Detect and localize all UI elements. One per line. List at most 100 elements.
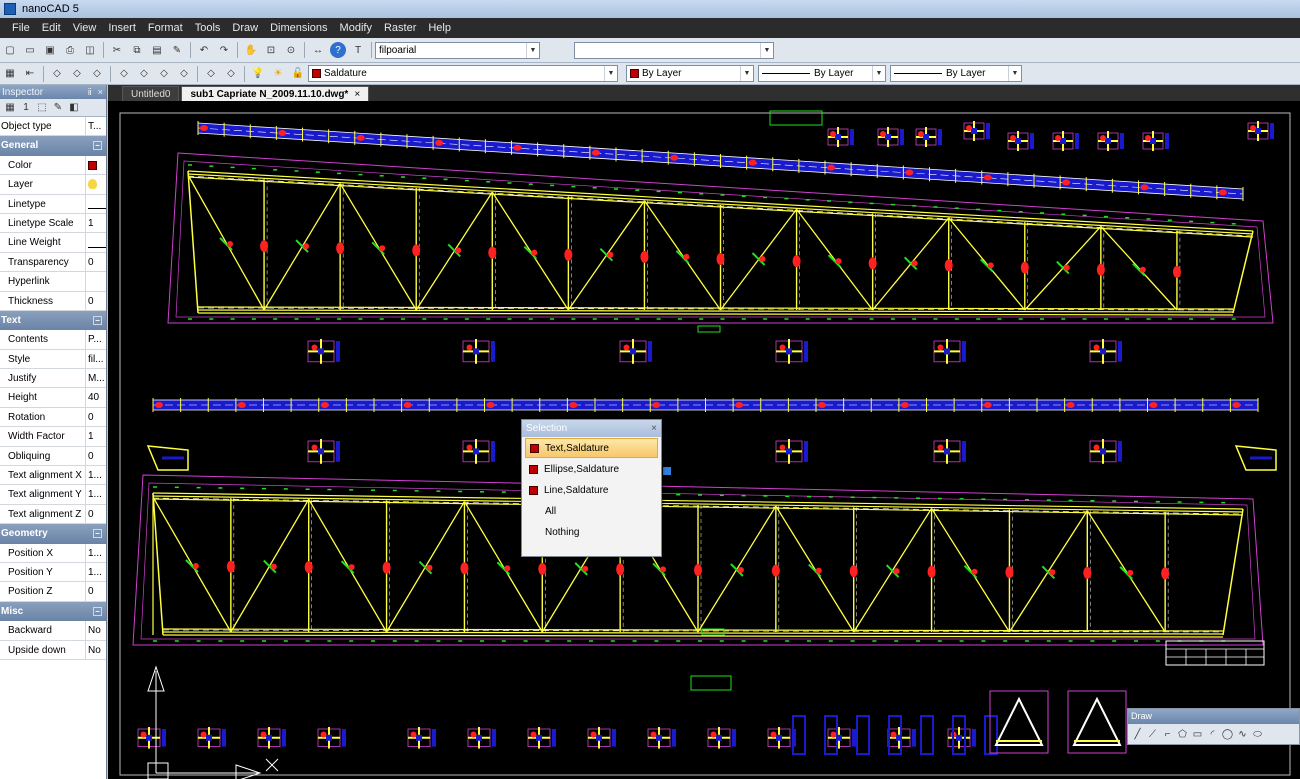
property-value[interactable]: No [88, 645, 101, 656]
arc-icon[interactable]: ◜ [1206, 728, 1219, 741]
secondary-combo[interactable]: ▼ [574, 41, 774, 59]
property-object-type[interactable]: Object type T... [0, 117, 106, 137]
redo-icon[interactable]: ↷ [216, 42, 232, 58]
layer-manager-icon[interactable]: ▦ [2, 66, 18, 82]
ellipse-icon[interactable]: ⬭ [1251, 728, 1264, 741]
property-text-alignment-x[interactable]: Text alignment X 1... [0, 466, 106, 486]
property-value-cell[interactable]: 1... [86, 563, 106, 581]
property-value-cell[interactable]: 0 [86, 292, 106, 310]
property-value-cell[interactable]: T... [86, 117, 106, 135]
array-icon[interactable]: ◇ [156, 66, 172, 82]
pan-icon[interactable]: ✋ [243, 42, 259, 58]
property-upside-down[interactable]: Upside down No [0, 640, 106, 660]
property-value-cell[interactable]: No [86, 641, 106, 659]
match-layer-icon[interactable]: ◇ [49, 66, 65, 82]
property-value[interactable]: 0 [88, 451, 94, 462]
circle-icon[interactable]: ◯ [1221, 728, 1234, 741]
property-line-weight[interactable]: Line Weight [0, 233, 106, 253]
property-value[interactable]: No [88, 625, 101, 636]
category-geometry[interactable]: Geometry − [0, 524, 106, 544]
menu-item-raster[interactable]: Raster [378, 18, 422, 38]
property-value-cell[interactable]: P... [86, 330, 106, 348]
text-style-icon[interactable]: T [350, 42, 366, 58]
property-position-z[interactable]: Position Z0 [0, 582, 106, 602]
property-rotation[interactable]: Rotation 0 [0, 407, 106, 428]
property-value[interactable]: 0 [88, 586, 94, 597]
close-icon[interactable]: × [354, 89, 360, 100]
object-filter-icon[interactable]: ▦ [3, 101, 17, 115]
selection-item-all[interactable]: All [525, 501, 658, 521]
close-icon[interactable]: × [651, 420, 661, 437]
property-value[interactable]: P... [88, 334, 102, 345]
regen-icon[interactable]: ◇ [223, 66, 239, 82]
linetype-combo[interactable]: By Layer ▼ [758, 65, 886, 82]
property-value-cell[interactable]: 0 [86, 408, 106, 426]
rectangle-icon[interactable]: ▭ [1191, 728, 1204, 741]
rotate-icon[interactable]: ◇ [116, 66, 132, 82]
property-value-cell[interactable] [86, 156, 106, 174]
undo-icon[interactable]: ↶ [196, 42, 212, 58]
lineweight-combo[interactable]: By Layer ▼ [890, 65, 1022, 82]
mirror-icon[interactable]: ◇ [176, 66, 192, 82]
chevron-down-icon[interactable]: ▼ [740, 66, 753, 81]
zoom-prev-icon[interactable]: ⊙ [283, 42, 299, 58]
zoom-window-icon[interactable]: ⊡ [263, 42, 279, 58]
property-value-cell[interactable]: 1 [86, 427, 106, 445]
property-value-cell[interactable]: 0 [86, 447, 106, 465]
quick-select-icon[interactable]: ⬚ [35, 101, 49, 115]
property-contents[interactable]: Contents P... [0, 330, 106, 350]
menu-item-view[interactable]: View [67, 18, 103, 38]
menu-item-help[interactable]: Help [422, 18, 457, 38]
copy-icon[interactable]: ⧉ [129, 42, 145, 58]
collapse-icon[interactable]: − [93, 606, 102, 616]
spline-icon[interactable]: ∿ [1236, 728, 1249, 741]
property-position-x[interactable]: Position X 1... [0, 543, 106, 563]
preview-icon[interactable]: ◫ [82, 42, 98, 58]
property-value[interactable]: 0 [88, 257, 94, 268]
open-icon[interactable]: ▭ [22, 42, 38, 58]
polygon-icon[interactable]: ⬠ [1176, 728, 1189, 741]
scale-icon[interactable]: ◇ [136, 66, 152, 82]
menu-item-modify[interactable]: Modify [334, 18, 378, 38]
property-value-cell[interactable] [86, 175, 106, 193]
pin-icon[interactable]: ⅱ [88, 87, 92, 98]
tab-untitled[interactable]: Untitled0 [122, 86, 180, 101]
property-value-cell[interactable]: fil... [86, 350, 106, 368]
save-icon[interactable]: ▣ [42, 42, 58, 58]
property-value[interactable]: 1... [88, 548, 102, 559]
property-height[interactable]: Height 40 [0, 388, 106, 408]
category-general[interactable]: General − [0, 136, 106, 156]
property-value-cell[interactable]: No [86, 621, 106, 639]
sun-icon[interactable]: ☀ [270, 66, 286, 82]
category-misc[interactable]: Misc − [0, 601, 106, 622]
property-linetype[interactable]: Linetype [0, 194, 106, 214]
property-text-alignment-y[interactable]: Text alignment Y 1... [0, 485, 106, 505]
property-value-cell[interactable] [86, 233, 106, 251]
property-value[interactable]: fil... [88, 354, 104, 365]
isolate-icon[interactable]: ◇ [69, 66, 85, 82]
bulb-icon[interactable]: 💡 [250, 66, 266, 82]
property-width-factor[interactable]: Width Factor 1 [0, 427, 106, 447]
cut-icon[interactable]: ✂ [109, 42, 125, 58]
property-value[interactable]: 1 [88, 218, 94, 229]
menu-item-dimensions[interactable]: Dimensions [264, 18, 333, 38]
line-icon[interactable]: ╱ [1131, 728, 1144, 741]
property-value[interactable]: 0 [88, 412, 94, 423]
menu-item-edit[interactable]: Edit [36, 18, 67, 38]
property-value-cell[interactable]: 1... [86, 485, 106, 503]
tab-active-drawing[interactable]: sub1 Capriate N_2009.11.10.dwg* × [181, 86, 370, 101]
menu-item-insert[interactable]: Insert [102, 18, 142, 38]
select-objects-icon[interactable]: 1 [19, 101, 33, 115]
selection-item-nothing[interactable]: Nothing [525, 522, 658, 542]
collapse-icon[interactable]: − [93, 529, 102, 539]
close-icon[interactable]: × [98, 87, 103, 98]
layer-states-icon[interactable]: ◇ [203, 66, 219, 82]
property-hyperlink[interactable]: Hyperlink [0, 272, 106, 292]
menu-item-tools[interactable]: Tools [189, 18, 227, 38]
match-icon[interactable]: ✎ [169, 42, 185, 58]
chevron-down-icon[interactable]: ▼ [1008, 66, 1021, 81]
property-value-cell[interactable]: M... [86, 369, 106, 387]
property-backward[interactable]: Backward No [0, 621, 106, 641]
drawing-canvas[interactable] [108, 101, 1300, 779]
property-value[interactable]: 1... [88, 470, 102, 481]
